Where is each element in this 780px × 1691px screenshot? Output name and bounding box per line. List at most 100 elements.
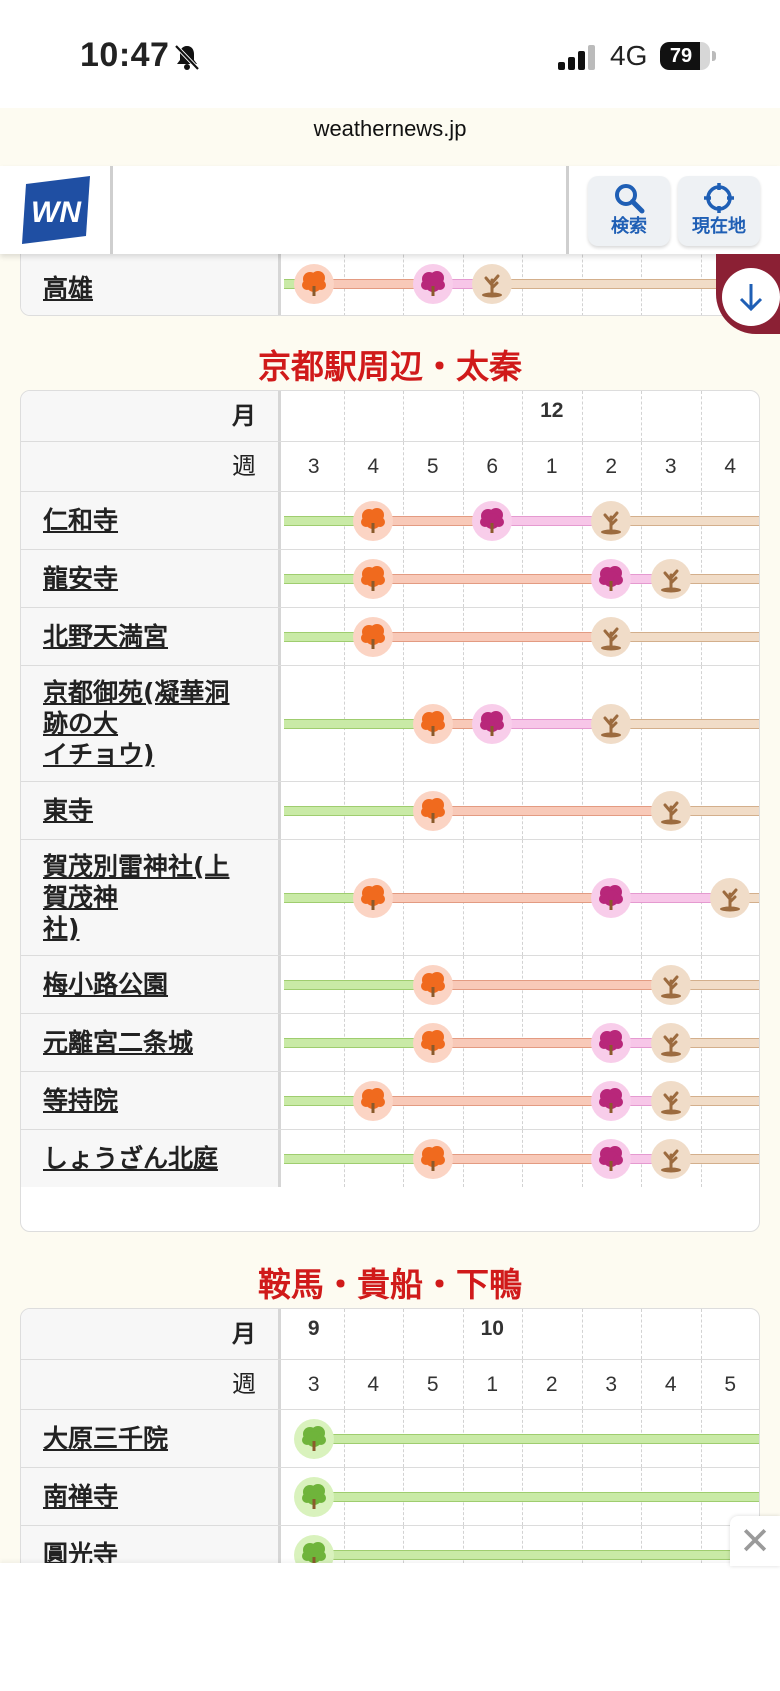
row-name-cell: 南禅寺 — [21, 1468, 281, 1525]
scroll-down-tab[interactable] — [716, 254, 780, 334]
timeline-segment — [432, 980, 671, 990]
week-cell: 3 — [307, 454, 320, 478]
peak-foliage-icon — [591, 1023, 631, 1063]
month-cell — [641, 391, 701, 441]
peak-foliage-icon — [591, 1081, 631, 1121]
week-divider — [462, 442, 464, 491]
timeline-segment — [432, 1154, 611, 1164]
peak-foliage-icon — [472, 501, 512, 541]
timeline-chart — [284, 1468, 759, 1525]
arrow-down-icon — [739, 284, 763, 312]
scroll-down-button[interactable] — [722, 268, 780, 326]
spot-link-line[interactable]: 賀茂別雷神社(上 — [43, 851, 229, 882]
current-location-button[interactable]: 現在地 — [678, 176, 760, 246]
bare-tree-icon — [650, 559, 691, 599]
spot-link-line[interactable]: 京都御苑(凝華洞 — [43, 677, 229, 708]
green-tree-icon — [293, 1477, 334, 1517]
spot-link[interactable]: 高雄 — [43, 273, 93, 304]
status-bar: 10:47 4G 79 weathernews.jp — [0, 0, 780, 141]
spot-link[interactable]: 賀茂別雷神社(上 賀茂神 社) — [43, 851, 229, 944]
autumn-leaves-icon — [353, 1081, 393, 1121]
timeline-chart: 12 — [284, 391, 760, 441]
table-row: 週 3 4 5 6 1 2 3 4 — [21, 441, 759, 491]
week-divider — [641, 1526, 642, 1567]
timeline-segment — [611, 632, 759, 642]
week-divider — [522, 442, 523, 491]
week-divider — [641, 442, 642, 491]
search-button[interactable]: 検索 — [588, 176, 670, 246]
week-divider — [403, 391, 404, 441]
timeline-segment — [284, 980, 433, 990]
row-name-cell: 等持院 — [21, 1072, 281, 1129]
table-row: 梅小路公園 — [21, 955, 759, 1013]
bare-tree-icon — [650, 1081, 691, 1121]
battery-percent: 79 — [669, 45, 693, 67]
timeline-segment — [373, 632, 611, 642]
week-divider — [641, 391, 642, 441]
week-cell: 1 — [545, 454, 558, 478]
row-name-cell: 圓光寺 — [21, 1526, 281, 1567]
row-name-cell: 龍安寺 — [21, 550, 281, 607]
week-divider — [581, 391, 583, 441]
network-type: 4G — [610, 40, 648, 71]
spot-link-line[interactable]: 社) — [43, 913, 229, 944]
week-cell: 2 — [545, 1372, 558, 1396]
spot-link[interactable]: 東寺 — [43, 795, 93, 826]
week-cell: 3 — [664, 454, 677, 478]
week-divider — [581, 1360, 583, 1409]
month-cell — [701, 391, 760, 441]
week-cell: 4 — [367, 1372, 380, 1396]
table-row: 賀茂別雷神社(上 賀茂神 社) — [21, 839, 759, 955]
row-name-cell: 東寺 — [21, 782, 281, 839]
spot-link[interactable]: 大原三千院 — [43, 1423, 168, 1454]
current-location-label: 現在地 — [692, 216, 746, 237]
week-divider — [522, 391, 523, 441]
bare-tree-icon — [591, 501, 631, 541]
bare-tree-icon — [591, 704, 631, 744]
autumn-leaves-icon — [412, 1139, 453, 1179]
timeline-segment — [284, 806, 433, 816]
ad-close-button[interactable]: ✕ — [730, 1516, 780, 1566]
url-bar[interactable]: weathernews.jp — [0, 116, 780, 142]
weathernews-logo[interactable]: WN — [20, 174, 92, 246]
week-divider — [700, 1360, 702, 1409]
autumn-leaves-icon — [353, 878, 393, 918]
timeline-segment — [611, 719, 759, 729]
autumn-leaves-icon — [353, 559, 393, 599]
table-row: 大原三千院 — [21, 1409, 759, 1467]
week-cell: 2 — [605, 454, 618, 478]
spot-link-line[interactable]: イチョウ) — [43, 739, 229, 770]
spot-link[interactable]: 元離宮二条城 — [43, 1027, 193, 1058]
search-icon — [615, 184, 645, 214]
row-name-cell: しょうざん北庭 — [21, 1130, 281, 1187]
peak-foliage-icon — [412, 264, 453, 304]
spot-link[interactable]: 北野天満宮 — [43, 621, 168, 652]
peak-foliage-icon — [591, 1139, 631, 1179]
week-divider — [403, 1309, 404, 1359]
timeline-chart: 3 4 5 6 1 2 3 4 — [284, 442, 759, 491]
table-row: 月 9 10 — [21, 1309, 759, 1359]
spot-link[interactable]: 南禅寺 — [43, 1481, 118, 1512]
month-cell — [582, 391, 642, 441]
month-cell — [641, 1309, 701, 1359]
spot-link-line[interactable]: 跡の大 — [43, 708, 229, 739]
spot-link-line[interactable]: 賀茂神 — [43, 882, 229, 913]
spot-link[interactable]: しょうざん北庭 — [43, 1143, 218, 1174]
week-divider — [403, 1360, 404, 1409]
week-divider — [343, 1526, 345, 1567]
week-divider — [462, 1309, 464, 1359]
bare-tree-icon — [650, 791, 691, 831]
row-name-cell: 仁和寺 — [21, 492, 281, 549]
row-name-cell: 北野天満宮 — [21, 608, 281, 665]
ad-banner[interactable] — [0, 1563, 780, 1691]
timeline-chart — [284, 492, 759, 549]
month-cell: 12 — [540, 399, 564, 422]
spot-link[interactable]: 梅小路公園 — [43, 969, 168, 1000]
spot-link[interactable]: 仁和寺 — [43, 505, 118, 536]
week-divider — [522, 1360, 523, 1409]
spot-link[interactable]: 京都御苑(凝華洞 跡の大 イチョウ) — [43, 677, 229, 770]
autumn-leaves-icon — [412, 1023, 453, 1063]
row-name-cell: 月 — [21, 391, 281, 441]
spot-link[interactable]: 等持院 — [43, 1085, 118, 1116]
spot-link[interactable]: 龍安寺 — [43, 563, 118, 594]
